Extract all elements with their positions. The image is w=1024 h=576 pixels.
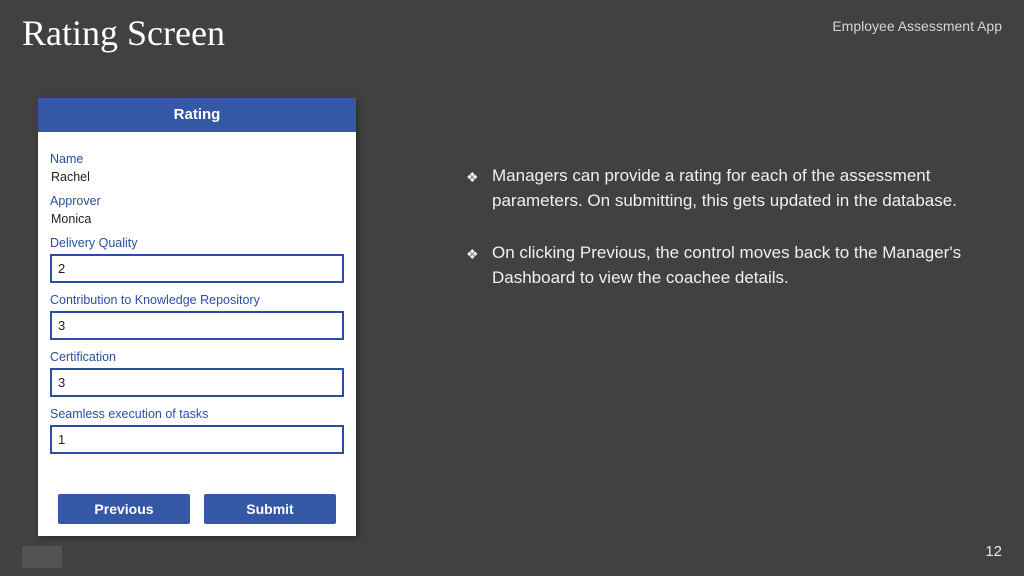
list-item: ❖ Managers can provide a rating for each… <box>466 164 976 213</box>
seamless-label: Seamless execution of tasks <box>50 407 344 421</box>
list-item: ❖ On clicking Previous, the control move… <box>466 241 976 290</box>
slide-title: Rating Screen <box>22 12 225 54</box>
bullet-text: On clicking Previous, the control moves … <box>492 241 976 290</box>
page-number: 12 <box>985 543 1002 560</box>
contribution-input[interactable] <box>50 311 344 340</box>
name-value: Rachel <box>51 170 344 184</box>
delivery-quality-input[interactable] <box>50 254 344 283</box>
bullets-list: ❖ Managers can provide a rating for each… <box>466 164 976 319</box>
rating-form-card: Rating Name Rachel Approver Monica Deliv… <box>38 98 356 536</box>
delivery-quality-label: Delivery Quality <box>50 236 344 250</box>
approver-value: Monica <box>51 212 344 226</box>
diamond-bullet-icon: ❖ <box>466 167 492 213</box>
contribution-label: Contribution to Knowledge Repository <box>50 293 344 307</box>
previous-button[interactable]: Previous <box>58 494 190 524</box>
form-header: Rating <box>38 98 356 132</box>
certification-label: Certification <box>50 350 344 364</box>
form-body: Name Rachel Approver Monica Delivery Qua… <box>38 132 356 454</box>
name-label: Name <box>50 152 344 166</box>
button-row: Previous Submit <box>38 494 356 524</box>
submit-button[interactable]: Submit <box>204 494 336 524</box>
app-name-label: Employee Assessment App <box>832 18 1002 34</box>
certification-input[interactable] <box>50 368 344 397</box>
footer-mark <box>22 546 62 568</box>
bullet-text: Managers can provide a rating for each o… <box>492 164 976 213</box>
diamond-bullet-icon: ❖ <box>466 244 492 290</box>
seamless-input[interactable] <box>50 425 344 454</box>
approver-label: Approver <box>50 194 344 208</box>
